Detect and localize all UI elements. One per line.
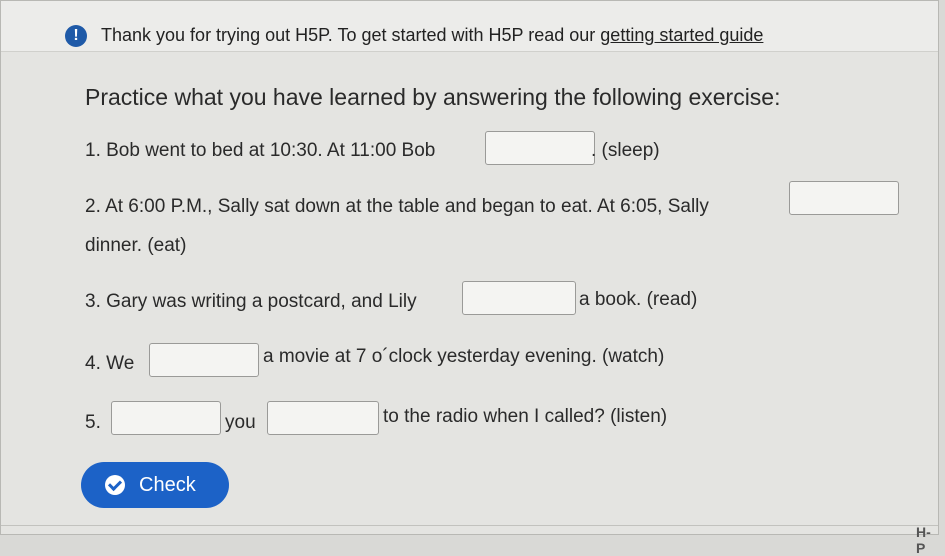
notice-bar: ! Thank you for trying out H5P. To get s… [1, 1, 938, 52]
footer-divider [1, 525, 938, 526]
q3-text-before: 3. Gary was writing a postcard, and Lily [85, 291, 417, 312]
q5-blank-input-2[interactable] [267, 401, 379, 435]
q1-text-after: . (sleep) [591, 140, 660, 161]
q1-text-before: 1. Bob went to bed at 10:30. At 11:00 Bo… [85, 140, 436, 161]
q4-text-before: 4. We [85, 353, 135, 374]
notice-text: Thank you for trying out H5P. To get sta… [101, 25, 764, 45]
q3-blank-input[interactable] [462, 281, 576, 315]
h5p-logo: H-P [916, 524, 931, 556]
q5-blank-input-1[interactable] [111, 401, 221, 435]
q2-text-after: dinner. (eat) [85, 235, 187, 256]
q4-text-after: a movie at 7 o´clock yesterday evening. … [263, 346, 665, 367]
q5-text-middle: you [225, 412, 256, 433]
q5-text-before: 5. [85, 412, 101, 433]
q4-blank-input[interactable] [149, 343, 259, 377]
exercise-title: Practice what you have learned by answer… [85, 84, 781, 110]
q2-text-before: 2. At 6:00 P.M., Sally sat down at the t… [85, 196, 709, 217]
q1-blank-input[interactable] [485, 131, 595, 165]
q2-blank-input[interactable] [789, 181, 899, 215]
info-icon: ! [65, 25, 87, 47]
h5p-container: ! Thank you for trying out H5P. To get s… [0, 0, 939, 556]
check-circle-icon [105, 475, 125, 495]
check-button-label: Check [139, 474, 196, 496]
q5-text-after: to the radio when I called? (listen) [383, 406, 668, 427]
q3-text-after: a book. (read) [579, 289, 698, 310]
check-button[interactable]: Check [81, 462, 229, 508]
getting-started-link[interactable]: getting started guide [600, 25, 763, 45]
